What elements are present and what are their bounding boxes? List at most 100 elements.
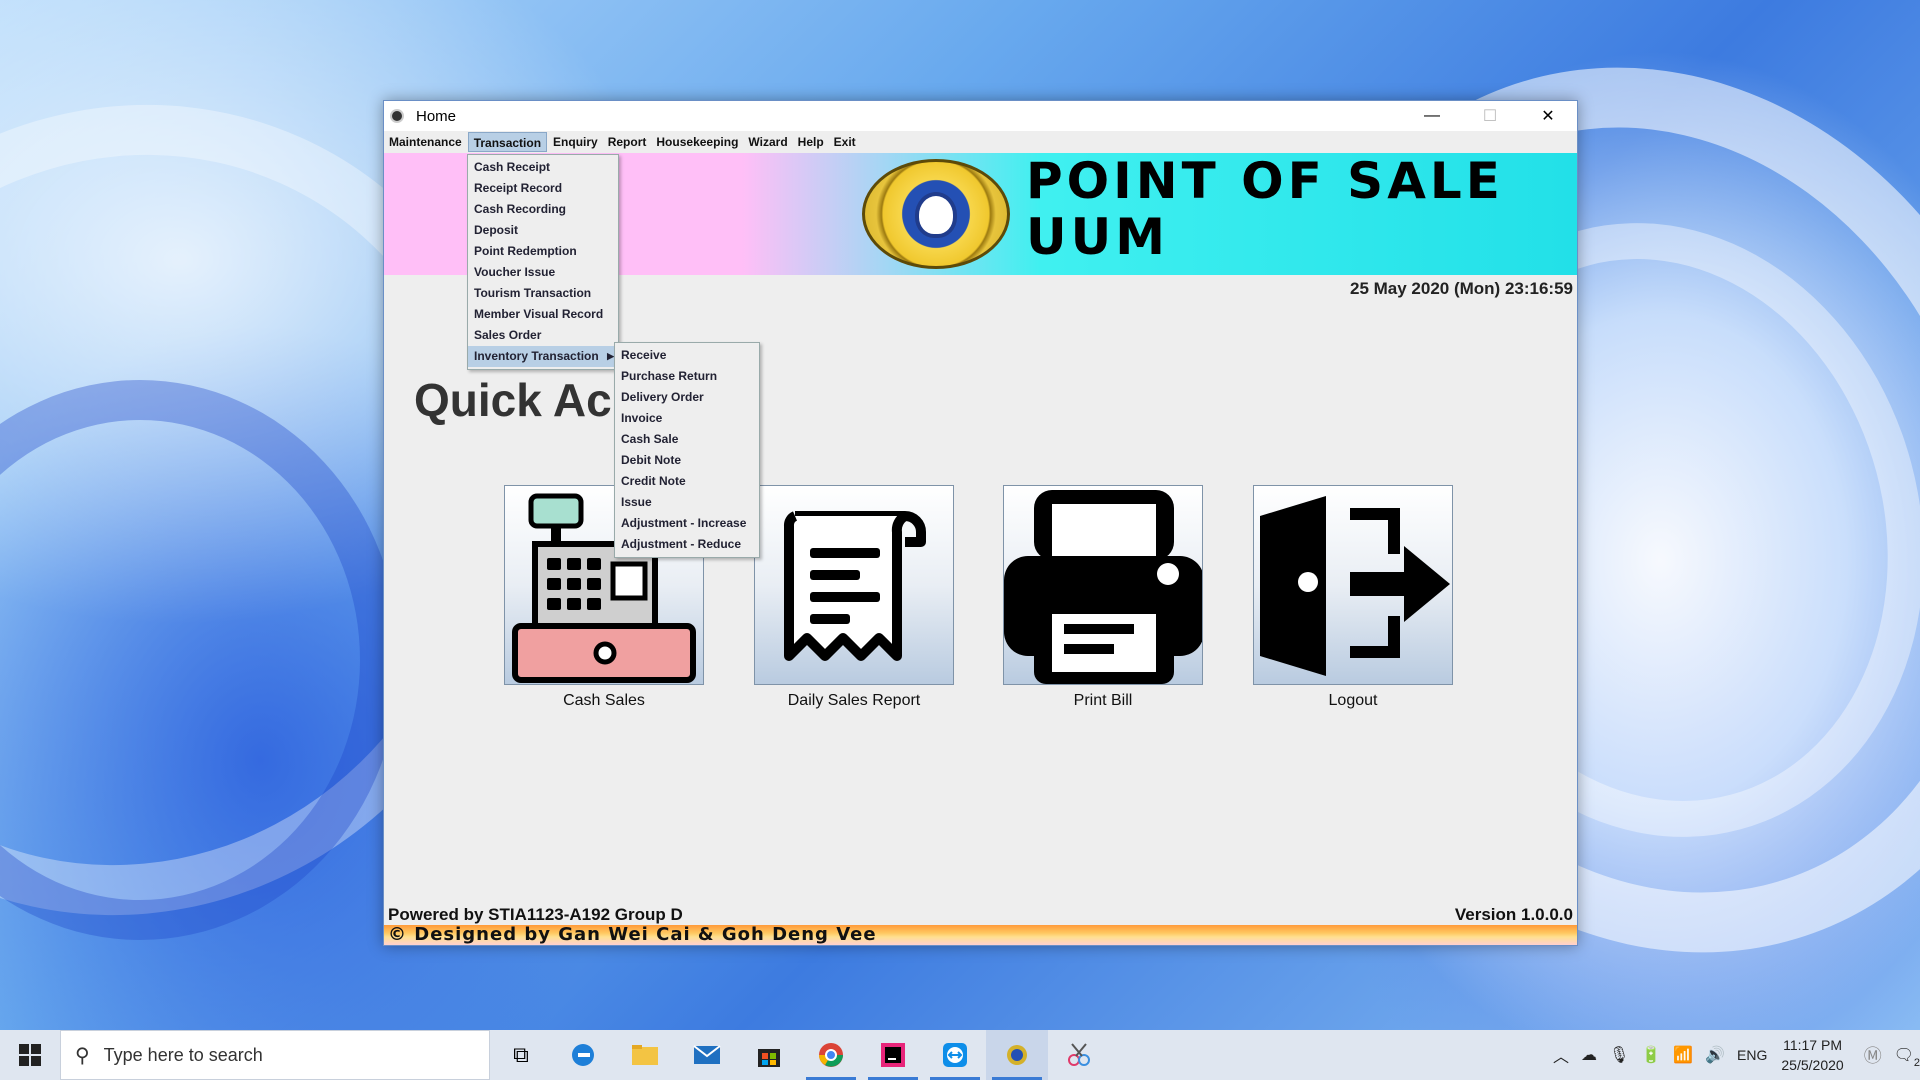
wifi-icon[interactable]: 📶 (1673, 1045, 1693, 1065)
task-view-icon: ⧉ (513, 1042, 529, 1067)
powered-by-text: Powered by STIA1123-A192 Group D (388, 905, 683, 924)
daily-sales-report-button[interactable] (754, 485, 954, 685)
task-view-button[interactable]: ⧉ (490, 1030, 552, 1080)
snip-sketch-button[interactable] (1048, 1030, 1110, 1080)
clock-time: 11:17 PM (1783, 1037, 1842, 1053)
inventory-transaction-submenu: Receive Purchase Return Delivery Order I… (614, 342, 760, 558)
pos-app-button[interactable] (986, 1030, 1048, 1080)
store-icon (758, 1049, 780, 1067)
clock-date: 25/5/2020 (1781, 1057, 1844, 1073)
menu-item-voucher-issue[interactable]: Voucher Issue (468, 262, 618, 283)
uum-logo-icon (862, 159, 1010, 269)
submenu-item-adjustment-increase[interactable]: Adjustment - Increase (615, 513, 759, 534)
submenu-item-delivery-order[interactable]: Delivery Order (615, 387, 759, 408)
quick-access-title: Quick Ac (414, 374, 612, 426)
notification-icon: 🗨 (1893, 1047, 1914, 1064)
print-bill-button[interactable] (1003, 485, 1203, 685)
minimize-button[interactable]: — (1403, 101, 1461, 131)
menu-item-member-visual-record[interactable]: Member Visual Record (468, 304, 618, 325)
daily-sales-report-label: Daily Sales Report (787, 692, 921, 709)
logo-emblem (915, 192, 957, 238)
start-button[interactable] (0, 1030, 60, 1080)
banner-title-line1: POINT OF SALE (1026, 152, 1504, 210)
show-hidden-icons-icon[interactable]: ︿ (1553, 1043, 1569, 1067)
app-logo-icon (390, 109, 404, 123)
edge-button[interactable] (552, 1030, 614, 1080)
maximize-icon: ☐ (1482, 108, 1498, 125)
transaction-menu: Cash Receipt Receipt Record Cash Recordi… (467, 154, 619, 370)
teamviewer-button[interactable] (924, 1030, 986, 1080)
language-indicator[interactable]: ENG (1737, 1047, 1767, 1063)
banner-title: POINT OF SALE UUM (1026, 153, 1576, 265)
battery-icon[interactable]: 🔋 (1641, 1045, 1661, 1065)
menu-transaction[interactable]: Transaction (467, 132, 548, 152)
logout-button[interactable] (1253, 485, 1453, 685)
title-bar[interactable]: Home — ☐ ✕ (384, 101, 1577, 131)
window-title: Home (416, 107, 457, 125)
folder-icon (632, 1045, 658, 1065)
file-explorer-button[interactable] (614, 1030, 676, 1080)
menu-report[interactable]: Report (603, 132, 652, 152)
windows-icon (19, 1044, 41, 1066)
maximize-button[interactable]: ☐ (1461, 101, 1519, 131)
onedrive-icon[interactable]: ☁ (1581, 1045, 1597, 1065)
menu-item-cash-receipt[interactable]: Cash Receipt (468, 157, 618, 178)
system-tray: ︿ ☁ 🎙 🔋 📶 🔊 ENG 11:17 PM 25/5/2020 Ⓜ 🗨 2 (1547, 1030, 1920, 1080)
banner-title-line2: UUM (1026, 208, 1169, 266)
menu-bar: Maintenance Transaction Enquiry Report H… (384, 131, 1577, 153)
notification-count: 2 (1913, 1057, 1920, 1069)
logout-door-icon (1260, 496, 1450, 676)
volume-icon[interactable]: 🔊 (1705, 1045, 1725, 1065)
microphone-icon[interactable]: 🎙 (1609, 1045, 1629, 1065)
cash-sales-label: Cash Sales (563, 692, 645, 709)
print-bill-label: Print Bill (1073, 692, 1133, 709)
logout-label: Logout (1328, 692, 1378, 709)
search-box[interactable]: ⚲ Type here to search (60, 1030, 490, 1080)
menu-exit[interactable]: Exit (829, 132, 861, 152)
menu-item-tourism-transaction[interactable]: Tourism Transaction (468, 283, 618, 304)
close-button[interactable]: ✕ (1519, 101, 1577, 131)
minimize-icon: — (1424, 107, 1440, 124)
menu-item-deposit[interactable]: Deposit (468, 220, 618, 241)
menu-item-inventory-transaction[interactable]: Inventory Transaction ▶ (468, 346, 618, 367)
submenu-item-invoice[interactable]: Invoice (615, 408, 759, 429)
printer-icon (1004, 490, 1202, 684)
submenu-item-credit-note[interactable]: Credit Note (615, 471, 759, 492)
menu-housekeeping[interactable]: Housekeeping (651, 132, 743, 152)
search-placeholder: Type here to search (103, 1044, 263, 1065)
menu-enquiry[interactable]: Enquiry (548, 132, 603, 152)
menu-maintenance[interactable]: Maintenance (384, 132, 467, 152)
version-text: Version 1.0.0.0 (1454, 905, 1573, 924)
mail-button[interactable] (676, 1030, 738, 1080)
menu-wizard[interactable]: Wizard (743, 132, 792, 152)
store-button[interactable] (738, 1030, 800, 1080)
menu-item-cash-recording[interactable]: Cash Recording (468, 199, 618, 220)
mail-icon (693, 1045, 721, 1064)
menu-item-sales-order[interactable]: Sales Order (468, 325, 618, 346)
menu-item-inventory-transaction-label: Inventory Transaction (474, 349, 599, 363)
chrome-button[interactable] (800, 1030, 862, 1080)
submenu-item-receive[interactable]: Receive (615, 345, 759, 366)
intellij-button[interactable] (862, 1030, 924, 1080)
intellij-icon (881, 1043, 905, 1067)
submenu-item-cash-sale[interactable]: Cash Sale (615, 429, 759, 450)
submenu-item-purchase-return[interactable]: Purchase Return (615, 366, 759, 387)
chrome-icon (819, 1043, 843, 1067)
designed-by-text: © Designed by Gan Wei Cai & Goh Deng Vee (388, 924, 877, 945)
footer-strip: © Designed by Gan Wei Cai & Goh Deng Vee (384, 925, 1577, 945)
menu-item-point-redemption[interactable]: Point Redemption (468, 241, 618, 262)
teamviewer-icon (943, 1043, 967, 1067)
submenu-item-issue[interactable]: Issue (615, 492, 759, 513)
meet-now-icon[interactable]: Ⓜ (1864, 1042, 1882, 1068)
clock[interactable]: 11:17 PM 25/5/2020 (1781, 1035, 1843, 1075)
submenu-item-adjustment-reduce[interactable]: Adjustment - Reduce (615, 534, 759, 555)
menu-help[interactable]: Help (793, 132, 829, 152)
snip-icon (1068, 1043, 1090, 1066)
submenu-item-debit-note[interactable]: Debit Note (615, 450, 759, 471)
edge-icon (572, 1044, 594, 1066)
search-icon: ⚲ (75, 1044, 90, 1067)
menu-item-receipt-record[interactable]: Receipt Record (468, 178, 618, 199)
taskbar: ⚲ Type here to search ⧉ ︿ ☁ 🎙 🔋 📶 🔊 ENG … (0, 1030, 1920, 1080)
current-datetime: 25 May 2020 (Mon) 23:16:59 (1350, 279, 1573, 298)
notification-center-button[interactable]: 🗨 2 (1893, 1045, 1920, 1069)
